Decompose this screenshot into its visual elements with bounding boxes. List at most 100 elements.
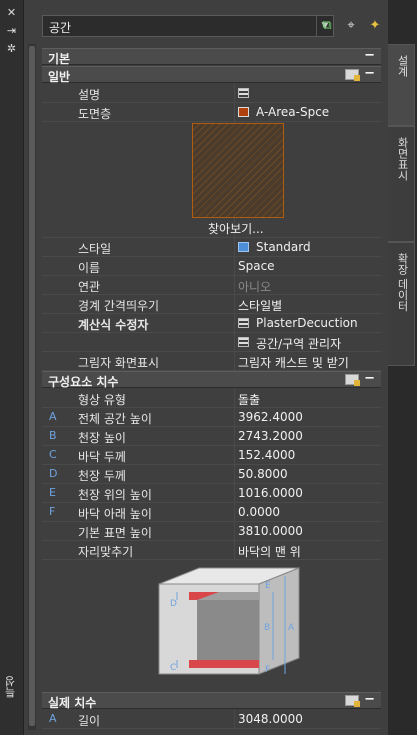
dim-letter: E — [49, 486, 56, 499]
length-value[interactable]: 3048.0000 — [238, 712, 303, 726]
tab-design[interactable]: 설계 — [388, 44, 415, 126]
prop-label: 바닥 두께 — [78, 450, 126, 464]
prop-calc-modifier[interactable]: 계산식 수정자 PlasterDecuction — [42, 314, 381, 333]
section-actual-dims[interactable]: 실제 치수 − — [42, 692, 381, 710]
dim-value[interactable]: 바닥의 맨 위 — [238, 543, 301, 560]
collapse-icon[interactable]: − — [364, 48, 375, 63]
diagram-letter: E — [265, 581, 271, 591]
section-general-title: 일반 — [48, 70, 71, 84]
settings-icon[interactable]: ✲ — [5, 42, 18, 55]
tab-display[interactable]: 화면표시 — [388, 126, 415, 242]
dim-letter: A — [49, 712, 57, 725]
quick-select-icon[interactable] — [345, 695, 360, 707]
scrollbar[interactable] — [28, 44, 36, 730]
calc-modifier-value[interactable]: PlasterDecuction — [256, 316, 358, 330]
shadow-display-value[interactable]: 그림자 캐스트 및 받기 — [238, 354, 349, 371]
prop-description[interactable]: 설명 — [42, 84, 381, 103]
quick-select-icon[interactable] — [345, 374, 360, 386]
dimension-row[interactable]: A 전체 공간 높이 3962.4000 — [42, 408, 381, 427]
object-type-dropdown[interactable]: 공간 ▼ — [42, 15, 334, 37]
section-basic[interactable]: 기본 − — [42, 48, 381, 66]
prop-label: 천장 위의 높이 — [78, 488, 152, 502]
quick-select-icon[interactable] — [345, 69, 360, 81]
name-value[interactable]: Space — [238, 259, 275, 273]
dimension-row[interactable]: C 바닥 두께 152.4000 — [42, 446, 381, 465]
prop-label: 천장 두께 — [78, 469, 126, 483]
dimension-row[interactable]: 자리맞추기 바닥의 맨 위 — [42, 541, 381, 560]
section-basic-title: 기본 — [48, 52, 71, 66]
prop-boundary-offset[interactable]: 경계 간격띄우기 스타일별 — [42, 295, 381, 314]
palette-title-bar: ✕ ⇥ ✲ 특성 — [0, 0, 24, 735]
object-type-value: 공간 — [49, 21, 72, 35]
layer-value[interactable]: A-Area-Spce — [256, 105, 329, 119]
properties-panel: 공간 ▼ ⧉ ⌖ ✦ 기본 − 일반 − 설명 도면층 A-Area-Spce … — [24, 0, 387, 735]
palette-tabs: 설계 화면표시 확장 데이터 — [388, 0, 417, 735]
diagram-letter: B — [264, 623, 270, 633]
dimension-row[interactable]: E 천장 위의 높이 1016.0000 — [42, 484, 381, 503]
diagram-letter: C — [170, 663, 176, 673]
browse-link[interactable]: 찾아보기... — [208, 220, 264, 237]
zone-manager-icon[interactable] — [238, 337, 249, 347]
dimension-row[interactable]: F 바닥 아래 높이 0.0000 — [42, 503, 381, 522]
tab-extended-data-label: 확장 데이터 — [396, 253, 409, 312]
section-component-dims-title: 구성요소 치수 — [48, 375, 119, 389]
prop-label: 이름 — [78, 261, 101, 275]
prop-label: 기본 표면 높이 — [78, 526, 152, 540]
section-actual-dims-title: 실제 치수 — [48, 696, 97, 710]
toggle-pickadd-icon[interactable]: ✦ — [366, 17, 384, 35]
section-component-dims[interactable]: 구성요소 치수 − — [42, 371, 381, 389]
dimension-row[interactable]: B 천장 높이 2743.2000 — [42, 427, 381, 446]
quick-select-icon[interactable]: ⧉ — [318, 17, 336, 35]
prop-layer[interactable]: 도면층 A-Area-Spce — [42, 103, 381, 122]
dim-value[interactable]: 3962.4000 — [238, 410, 303, 424]
collapse-icon[interactable]: − — [364, 692, 375, 707]
prop-label: 연관 — [78, 280, 101, 294]
dim-letter: F — [49, 505, 56, 518]
collapse-icon[interactable]: − — [364, 371, 375, 386]
prop-label: 자리맞추기 — [78, 545, 134, 559]
tab-extended-data[interactable]: 확장 데이터 — [388, 242, 415, 366]
prop-label: 길이 — [78, 714, 101, 728]
dim-value[interactable]: 돌출 — [238, 391, 260, 408]
prop-label: 설명 — [78, 88, 101, 102]
dim-value[interactable]: 152.4000 — [238, 448, 295, 462]
section-general[interactable]: 일반 − — [42, 66, 381, 84]
prop-label: 형상 유형 — [78, 393, 126, 407]
prop-shadow-display[interactable]: 그림자 화면표시 그림자 캐스트 및 받기 — [42, 352, 381, 371]
collapse-icon[interactable]: − — [364, 66, 375, 81]
style-value[interactable]: Standard — [256, 240, 311, 254]
prop-label: 전체 공간 높이 — [78, 412, 152, 426]
layer-color-icon — [238, 107, 249, 117]
close-icon[interactable]: ✕ — [5, 6, 18, 19]
prop-calc-modifier-2[interactable]: 공간/구역 관리자 — [42, 333, 381, 352]
auto-hide-icon[interactable]: ⇥ — [5, 24, 18, 37]
dim-letter: C — [49, 448, 57, 461]
prop-label: 바닥 아래 높이 — [78, 507, 152, 521]
dim-value[interactable]: 50.8000 — [238, 467, 288, 481]
description-editor-icon[interactable] — [238, 88, 249, 98]
scrollbar-thumb[interactable] — [29, 46, 35, 726]
zone-manager-value[interactable]: 공간/구역 관리자 — [256, 335, 341, 352]
prop-label: 천장 높이 — [78, 431, 126, 445]
palette-title: 특성 — [4, 676, 17, 698]
dim-value[interactable]: 1016.0000 — [238, 486, 303, 500]
prop-associative[interactable]: 연관 아니오 — [42, 276, 381, 295]
dimension-row[interactable]: 형상 유형 돌출 — [42, 389, 381, 408]
calc-modifier-icon[interactable] — [238, 318, 249, 328]
dim-value[interactable]: 2743.2000 — [238, 429, 303, 443]
dimension-row[interactable]: D 천장 두께 50.8000 — [42, 465, 381, 484]
prop-name[interactable]: 이름 Space — [42, 257, 381, 276]
dim-value[interactable]: 3810.0000 — [238, 524, 303, 538]
dimension-row[interactable]: 기본 표면 높이 3810.0000 — [42, 522, 381, 541]
dim-value[interactable]: 0.0000 — [238, 505, 280, 519]
tab-design-label: 설계 — [396, 55, 409, 77]
prop-label: 도면층 — [78, 107, 112, 121]
diagram-letter: F — [265, 665, 270, 675]
prop-label: 계산식 수정자 — [78, 318, 149, 332]
select-objects-icon[interactable]: ⌖ — [342, 17, 360, 35]
prop-length[interactable]: A 길이 3048.0000 — [42, 710, 381, 729]
diagram-letter: D — [170, 599, 177, 609]
style-icon — [238, 242, 249, 252]
prop-style[interactable]: 스타일 Standard — [42, 238, 381, 257]
boundary-offset-value[interactable]: 스타일별 — [238, 297, 282, 314]
